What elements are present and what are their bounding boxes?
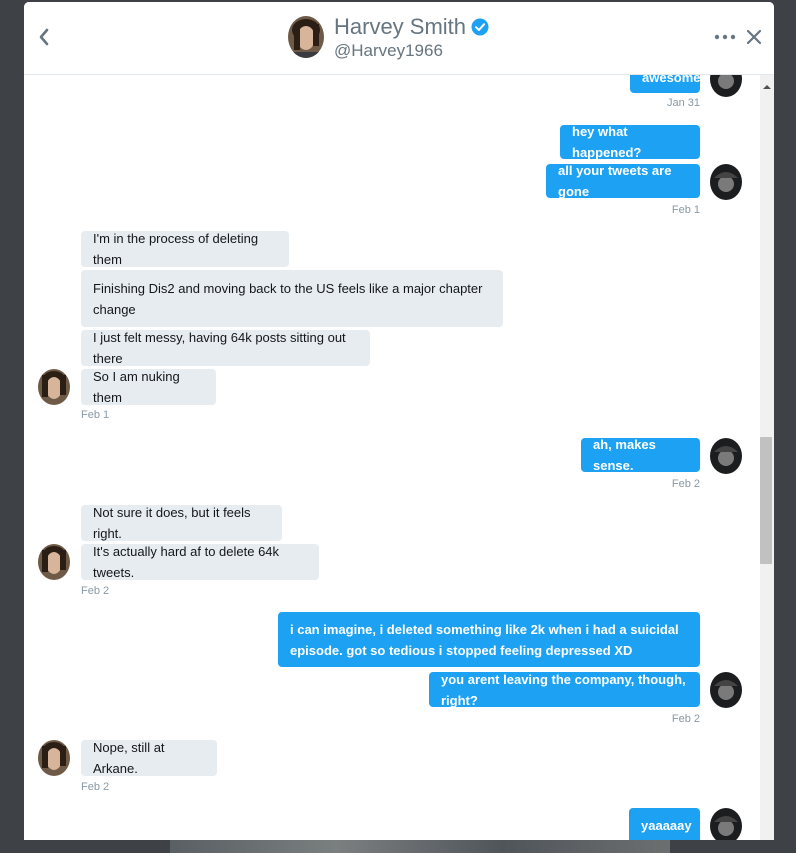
chevron-left-icon — [39, 28, 49, 46]
more-dots-icon — [714, 34, 736, 40]
message-bubble[interactable]: hey what happened? — [560, 124, 700, 160]
timestamp: Feb 2 — [671, 478, 700, 490]
dm-conversation-modal: Harvey Smith @Harvey1966 awesome Jan 31 … — [24, 2, 774, 840]
user-handle[interactable]: @Harvey1966 — [334, 41, 443, 61]
avatar[interactable] — [288, 16, 324, 58]
timestamp: Feb 2 — [81, 781, 110, 793]
close-icon — [746, 29, 762, 45]
avatar[interactable] — [710, 164, 742, 200]
user-avatar-image — [710, 808, 742, 840]
message-bubble[interactable]: Nope, still at Arkane. — [81, 740, 217, 776]
user-avatar-image — [38, 369, 70, 405]
user-avatar-image — [288, 16, 324, 58]
user-name[interactable]: Harvey Smith — [334, 14, 489, 40]
avatar[interactable] — [38, 369, 70, 405]
message-bubble[interactable]: Finishing Dis2 and moving back to the US… — [81, 270, 503, 327]
message-bubble[interactable]: you arent leaving the company, though, r… — [429, 672, 700, 708]
scroll-up-button[interactable] — [760, 80, 774, 94]
avatar[interactable] — [710, 672, 742, 708]
user-avatar-image — [710, 75, 742, 97]
message-bubble[interactable]: I'm in the process of deleting them — [81, 231, 289, 267]
arrow-up-icon — [763, 85, 771, 89]
back-button[interactable] — [34, 24, 54, 50]
user-avatar-image — [710, 672, 742, 708]
avatar[interactable] — [38, 544, 70, 580]
message-bubble[interactable]: all your tweets are gone — [546, 163, 700, 199]
timestamp: Jan 31 — [666, 97, 700, 109]
user-avatar-image — [710, 164, 742, 200]
message-bubble[interactable]: yaaaaay — [629, 808, 700, 840]
timestamp: Feb 2 — [671, 713, 700, 725]
avatar[interactable] — [710, 75, 742, 97]
message-bubble[interactable]: So I am nuking them — [81, 369, 216, 405]
more-options-button[interactable] — [714, 30, 736, 44]
user-avatar-image — [710, 438, 742, 474]
user-avatar-image — [38, 740, 70, 776]
message-bubble[interactable]: awesome — [630, 75, 701, 93]
timestamp: Feb 2 — [81, 585, 110, 597]
close-button[interactable] — [745, 28, 763, 46]
message-bubble[interactable]: i can imagine, i deleted something like … — [278, 612, 700, 667]
avatar[interactable] — [710, 438, 742, 474]
avatar[interactable] — [710, 808, 742, 840]
conversation-header: Harvey Smith @Harvey1966 — [24, 2, 774, 75]
timestamp: Feb 1 — [671, 204, 700, 216]
scrollbar-thumb[interactable] — [760, 437, 772, 564]
message-bubble[interactable]: It's actually hard af to delete 64k twee… — [81, 544, 319, 580]
avatar[interactable] — [38, 740, 70, 776]
message-list: awesome Jan 31 hey what happened? all yo… — [24, 75, 774, 840]
timestamp: Feb 1 — [81, 409, 110, 421]
message-bubble[interactable]: Not sure it does, but it feels right. — [81, 505, 282, 541]
message-bubble[interactable]: I just felt messy, having 64k posts sitt… — [81, 330, 370, 366]
user-name-text: Harvey Smith — [334, 14, 467, 39]
user-avatar-image — [38, 544, 70, 580]
verified-badge-icon — [471, 18, 489, 36]
message-bubble[interactable]: ah, makes sense. — [581, 437, 700, 473]
